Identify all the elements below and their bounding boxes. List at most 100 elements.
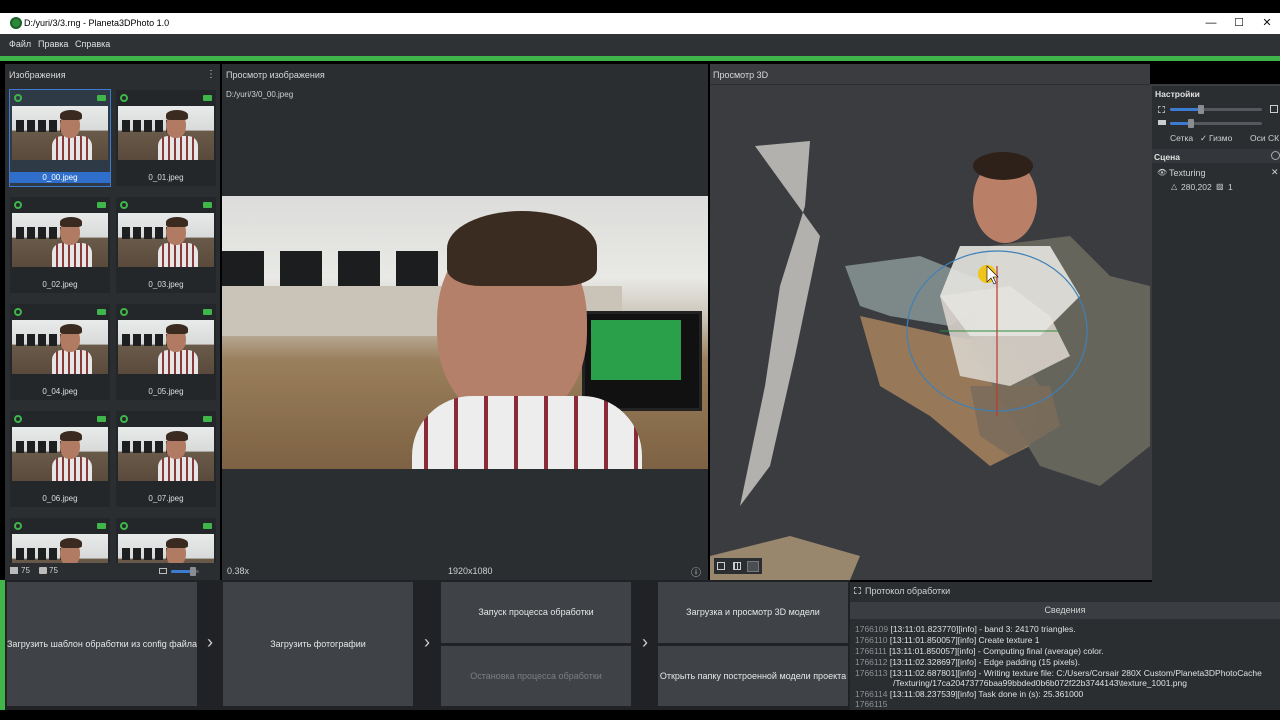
thumbnail-caption: 0_00.jpeg	[10, 172, 110, 183]
thumbnail-0[interactable]: 0_00.jpeg	[9, 89, 111, 187]
scene-title: Сцена	[1154, 152, 1180, 162]
info-icon[interactable]: ⓘ	[691, 564, 701, 579]
texture-count: 1	[1228, 182, 1233, 192]
thumbnail-size-slider[interactable]	[171, 567, 199, 576]
axes-toggle[interactable]: Оси СК	[1250, 133, 1279, 143]
action-bar: Загрузить шаблон обработки из config фай…	[5, 580, 850, 710]
person-hair-shape	[447, 211, 597, 286]
camera-icon	[203, 202, 212, 208]
log-line: 1766115	[855, 699, 888, 709]
point-size-slider[interactable]	[1170, 105, 1262, 114]
scene-item-name[interactable]: Texturing	[1169, 168, 1206, 178]
thumbnail-grid: 0_00.jpeg 0_01.jpeg 0_02.jpeg 0_03.jpeg …	[5, 88, 220, 563]
log-line: 1766111 [13:11:01.850057][info] - Comput…	[855, 646, 1104, 656]
open-model-folder-button[interactable]: Открыть папку построенной модели проекта	[658, 646, 848, 706]
point-size-icon	[1158, 106, 1165, 113]
arrow-icon: ›	[642, 632, 648, 652]
menu-edit[interactable]: Правка	[38, 39, 68, 49]
thumbnail-7[interactable]: 0_07.jpeg	[116, 411, 216, 507]
solid-view-icon[interactable]	[717, 562, 725, 570]
status-ok-icon	[120, 415, 128, 423]
arrow-icon: ›	[207, 632, 213, 652]
thumbnail-image	[118, 427, 214, 481]
thumbnail-4[interactable]: 0_04.jpeg	[10, 304, 110, 400]
settings-panel: Настройки Сетка ✓ Гизмо Оси СК Сцена 👁 T…	[1152, 86, 1280, 586]
progress-bar	[0, 56, 1280, 61]
fit-view-icon[interactable]	[1270, 105, 1278, 113]
status-ok-icon	[14, 415, 22, 423]
monitor-shape	[582, 311, 702, 411]
menu-file[interactable]: Файл	[9, 39, 31, 49]
image-resolution: 1920x1080	[448, 566, 493, 576]
images-panel-title: Изображения	[9, 70, 66, 80]
status-ok-icon	[120, 308, 128, 316]
thumbnail-3[interactable]: 0_03.jpeg	[116, 197, 216, 293]
zoom-level: 0.38x	[227, 566, 250, 576]
texture-view-icon[interactable]	[747, 561, 759, 572]
images-icon	[10, 567, 18, 574]
thumbnail-1[interactable]: 0_01.jpeg	[116, 90, 216, 186]
grid-toggle[interactable]: Сетка	[1170, 133, 1193, 143]
images-footer: 75 75	[5, 564, 220, 580]
thumbnail-8[interactable]	[10, 518, 110, 563]
thumbnail-2[interactable]: 0_02.jpeg	[10, 197, 110, 293]
camera-icon	[203, 523, 212, 529]
view-3d-panel[interactable]: Просмотр 3D	[710, 64, 1150, 580]
view-mode-toolbar	[714, 558, 762, 574]
3d-model-canvas[interactable]	[710, 86, 1150, 580]
image-path: D:/yuri/3/0_00.jpeg	[226, 90, 294, 99]
preview-image	[222, 196, 708, 469]
gizmo-check-icon[interactable]: ✓	[1200, 133, 1207, 144]
thumbnail-image	[12, 106, 108, 160]
camera-icon	[97, 95, 106, 101]
camera-count-icon	[39, 567, 47, 574]
load-template-button[interactable]: Загрузить шаблон обработки из config фай…	[7, 582, 197, 706]
preview-panel-title: Просмотр изображения	[226, 70, 325, 80]
thumbnail-5[interactable]: 0_05.jpeg	[116, 304, 216, 400]
load-photos-button[interactable]: Загрузить фотографии	[223, 582, 413, 706]
textures-icon: ▨	[1216, 182, 1224, 191]
triangle-count: 280,202	[1181, 182, 1212, 192]
thumbnail-size-icon	[159, 568, 167, 574]
thumbnail-caption: 0_07.jpeg	[148, 494, 184, 503]
images-panel: Изображения ⋮ 0_00.jpeg 0_01.jpeg 0_02.j…	[5, 64, 220, 580]
stop-processing-button[interactable]: Остановка процесса обработки	[441, 646, 631, 706]
load-view-model-button[interactable]: Загрузка и просмотр 3D модели	[658, 582, 848, 643]
thumbnail-image	[12, 427, 108, 481]
thumbnail-image	[12, 534, 108, 563]
log-tab-details[interactable]: Сведения	[850, 602, 1280, 619]
thumbnail-9[interactable]	[116, 518, 216, 563]
thumbnail-image	[118, 213, 214, 267]
visibility-eye-icon[interactable]: 👁	[1157, 168, 1167, 177]
status-ok-icon	[14, 522, 22, 530]
remove-scene-item-icon[interactable]: ✕	[1271, 167, 1279, 178]
log-line: 1766113 [13:11:02.687801][info] - Writin…	[855, 668, 1262, 678]
close-button[interactable]: ✕	[1250, 13, 1280, 34]
gizmo-toggle[interactable]: Гизмо	[1209, 133, 1232, 143]
thumbnail-image	[118, 320, 214, 374]
person-shirt-shape	[412, 396, 642, 469]
thumbnail-image	[118, 106, 214, 160]
log-line: 1766114 [13:11:08.237539][info] Task don…	[855, 689, 1084, 699]
camera-scale-slider[interactable]	[1170, 119, 1262, 128]
wireframe-view-icon[interactable]	[733, 562, 741, 570]
log-icon	[854, 587, 861, 594]
log-line: 1766109 [13:11:01.823770][info] - band 3…	[855, 624, 1076, 634]
thumbnail-caption: 0_03.jpeg	[148, 280, 184, 289]
more-options-icon[interactable]: ⋮	[206, 69, 216, 80]
thumbnail-6[interactable]: 0_06.jpeg	[10, 411, 110, 507]
thumbnail-caption: 0_04.jpeg	[42, 387, 78, 396]
log-line: 1766110 [13:11:01.850057][info] Create t…	[855, 635, 1040, 645]
camera-icon	[97, 202, 106, 208]
thumbnail-caption: 0_05.jpeg	[148, 387, 184, 396]
log-line: 1766112 [13:11:02.328697][info] - Edge p…	[855, 657, 1081, 667]
start-processing-button[interactable]: Запуск процесса обработки	[441, 582, 631, 643]
thumbnail-caption: 0_02.jpeg	[42, 280, 78, 289]
thumbnail-image	[12, 320, 108, 374]
status-ok-icon	[14, 308, 22, 316]
menu-help[interactable]: Справка	[75, 39, 110, 49]
camera-icon	[203, 416, 212, 422]
images-count: 75	[21, 566, 30, 575]
scene-info-icon[interactable]	[1271, 151, 1280, 160]
camera-icon	[203, 95, 212, 101]
